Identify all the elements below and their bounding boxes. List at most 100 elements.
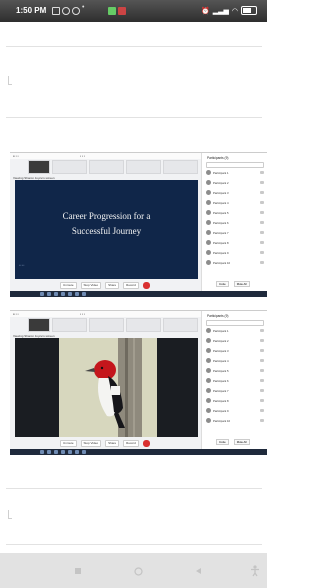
mute-all-button[interactable]: Mute All [233, 281, 250, 287]
participant-row[interactable]: Participant 8 [206, 239, 264, 246]
recent-apps-icon[interactable] [74, 567, 82, 575]
participant-row[interactable]: Participant 10 [206, 259, 264, 266]
participant-row[interactable]: Participant 8 [206, 397, 264, 404]
participant-row[interactable]: Participant 7 [206, 229, 264, 236]
back-icon[interactable] [195, 567, 203, 575]
mic-icon [260, 399, 264, 402]
taskbar-icon[interactable] [68, 292, 72, 296]
leave-button[interactable] [142, 281, 150, 289]
avatar [206, 220, 211, 225]
mic-icon [260, 389, 264, 392]
video-tile[interactable] [163, 160, 198, 174]
participant-row[interactable]: Participant 2 [206, 179, 264, 186]
avatar [206, 190, 211, 195]
taskbar-icon[interactable] [68, 450, 72, 454]
notification-icon [52, 7, 60, 15]
taskbar-icon[interactable] [61, 292, 65, 296]
stop-video-button[interactable]: Stop Video [80, 281, 102, 289]
avatar [206, 260, 211, 265]
divider [6, 46, 262, 47]
share-button[interactable]: Share [105, 439, 120, 447]
participant-name: Participant 7 [213, 388, 229, 393]
video-tile[interactable] [89, 318, 124, 332]
taskbar-icon[interactable] [75, 450, 79, 454]
accessibility-icon[interactable] [250, 565, 260, 577]
video-thumbnails [28, 160, 198, 174]
participant-row[interactable]: Participant 6 [206, 219, 264, 226]
participant-row[interactable]: Participant 1 [206, 169, 264, 176]
participant-name: Participant 10 [213, 260, 231, 265]
video-tile[interactable] [28, 160, 50, 174]
participant-row[interactable]: Participant 9 [206, 407, 264, 414]
participant-row[interactable]: Participant 5 [206, 209, 264, 216]
avatar [206, 250, 211, 255]
participant-row[interactable]: Participant 4 [206, 357, 264, 364]
participant-name: Participant 1 [213, 328, 229, 333]
unmute-button[interactable]: Unmute [60, 439, 77, 447]
participant-row[interactable]: Participant 5 [206, 367, 264, 374]
participant-search-input[interactable] [206, 162, 264, 168]
avatar [206, 170, 211, 175]
taskbar-icon[interactable] [54, 292, 58, 296]
video-tile[interactable] [126, 318, 161, 332]
mic-icon [260, 221, 264, 224]
video-tile[interactable] [163, 318, 198, 332]
participant-name: Participant 3 [213, 348, 229, 353]
participant-row[interactable]: Participant 7 [206, 387, 264, 394]
taskbar-icon[interactable] [47, 292, 51, 296]
taskbar-icon[interactable] [82, 450, 86, 454]
record-button[interactable]: Record [123, 281, 139, 289]
meeting-controls: Unmute Stop Video Share Record [60, 439, 200, 447]
panel-title: Participants (9) [207, 314, 229, 318]
invite-button[interactable]: Invite [216, 439, 229, 445]
mute-all-button[interactable]: Mute All [233, 439, 250, 445]
participant-row[interactable]: Participant 1 [206, 327, 264, 334]
participants-panel: Participants (9) Participant 1 Participan… [201, 153, 267, 291]
video-tile[interactable] [52, 318, 87, 332]
participant-row[interactable]: Participant 3 [206, 347, 264, 354]
participant-name: Participant 5 [213, 210, 229, 215]
meeting-screenshot-2[interactable]: ● ▪ ▪ ▪ ▪ ▪ Viewing Sharon Joyce's screen… [10, 310, 267, 455]
taskbar-icon[interactable] [47, 450, 51, 454]
shared-image [15, 338, 198, 437]
video-tile[interactable] [89, 160, 124, 174]
home-icon[interactable] [134, 567, 143, 576]
participant-row[interactable]: Participant 9 [206, 249, 264, 256]
taskbar-icon[interactable] [82, 292, 86, 296]
taskbar-icon[interactable] [61, 450, 65, 454]
record-button[interactable]: Record [123, 439, 139, 447]
video-tile[interactable] [126, 160, 161, 174]
unmute-button[interactable]: Unmute [60, 281, 77, 289]
participants-panel: Participants (9) Participant 1 Participan… [201, 311, 267, 449]
android-nav-bar [0, 553, 267, 588]
taskbar-icon[interactable] [40, 292, 44, 296]
participant-row[interactable]: Participant 3 [206, 189, 264, 196]
participant-row[interactable]: Participant 4 [206, 199, 264, 206]
panel-title: Participants (9) [207, 156, 229, 160]
taskbar-icon[interactable] [75, 292, 79, 296]
mic-icon [260, 359, 264, 362]
mic-icon [260, 191, 264, 194]
meeting-screenshot-1[interactable]: ● ▪ ▪ ▪ ▪ ▪ Viewing Sharon Joyce's screen… [10, 152, 267, 297]
taskbar-icon[interactable] [40, 450, 44, 454]
windows-taskbar [10, 291, 267, 297]
participant-search-input[interactable] [206, 320, 264, 326]
avatar [206, 338, 211, 343]
video-tile[interactable] [52, 160, 87, 174]
participant-name: Participant 4 [213, 358, 229, 363]
participant-name: Participant 2 [213, 338, 229, 343]
slide-title-line-1: Career Progression for a [62, 210, 151, 221]
stop-video-button[interactable]: Stop Video [80, 439, 102, 447]
participant-row[interactable]: Participant 10 [206, 417, 264, 424]
mic-icon [260, 349, 264, 352]
invite-button[interactable]: Invite [216, 281, 229, 287]
video-thumbnails [28, 318, 198, 332]
participant-name: Participant 5 [213, 368, 229, 373]
leave-button[interactable] [142, 439, 150, 447]
alarm-icon: ⏰ [201, 7, 210, 15]
participant-row[interactable]: Participant 6 [206, 377, 264, 384]
taskbar-icon[interactable] [54, 450, 58, 454]
video-tile[interactable] [28, 318, 50, 332]
share-button[interactable]: Share [105, 281, 120, 289]
participant-row[interactable]: Participant 2 [206, 337, 264, 344]
